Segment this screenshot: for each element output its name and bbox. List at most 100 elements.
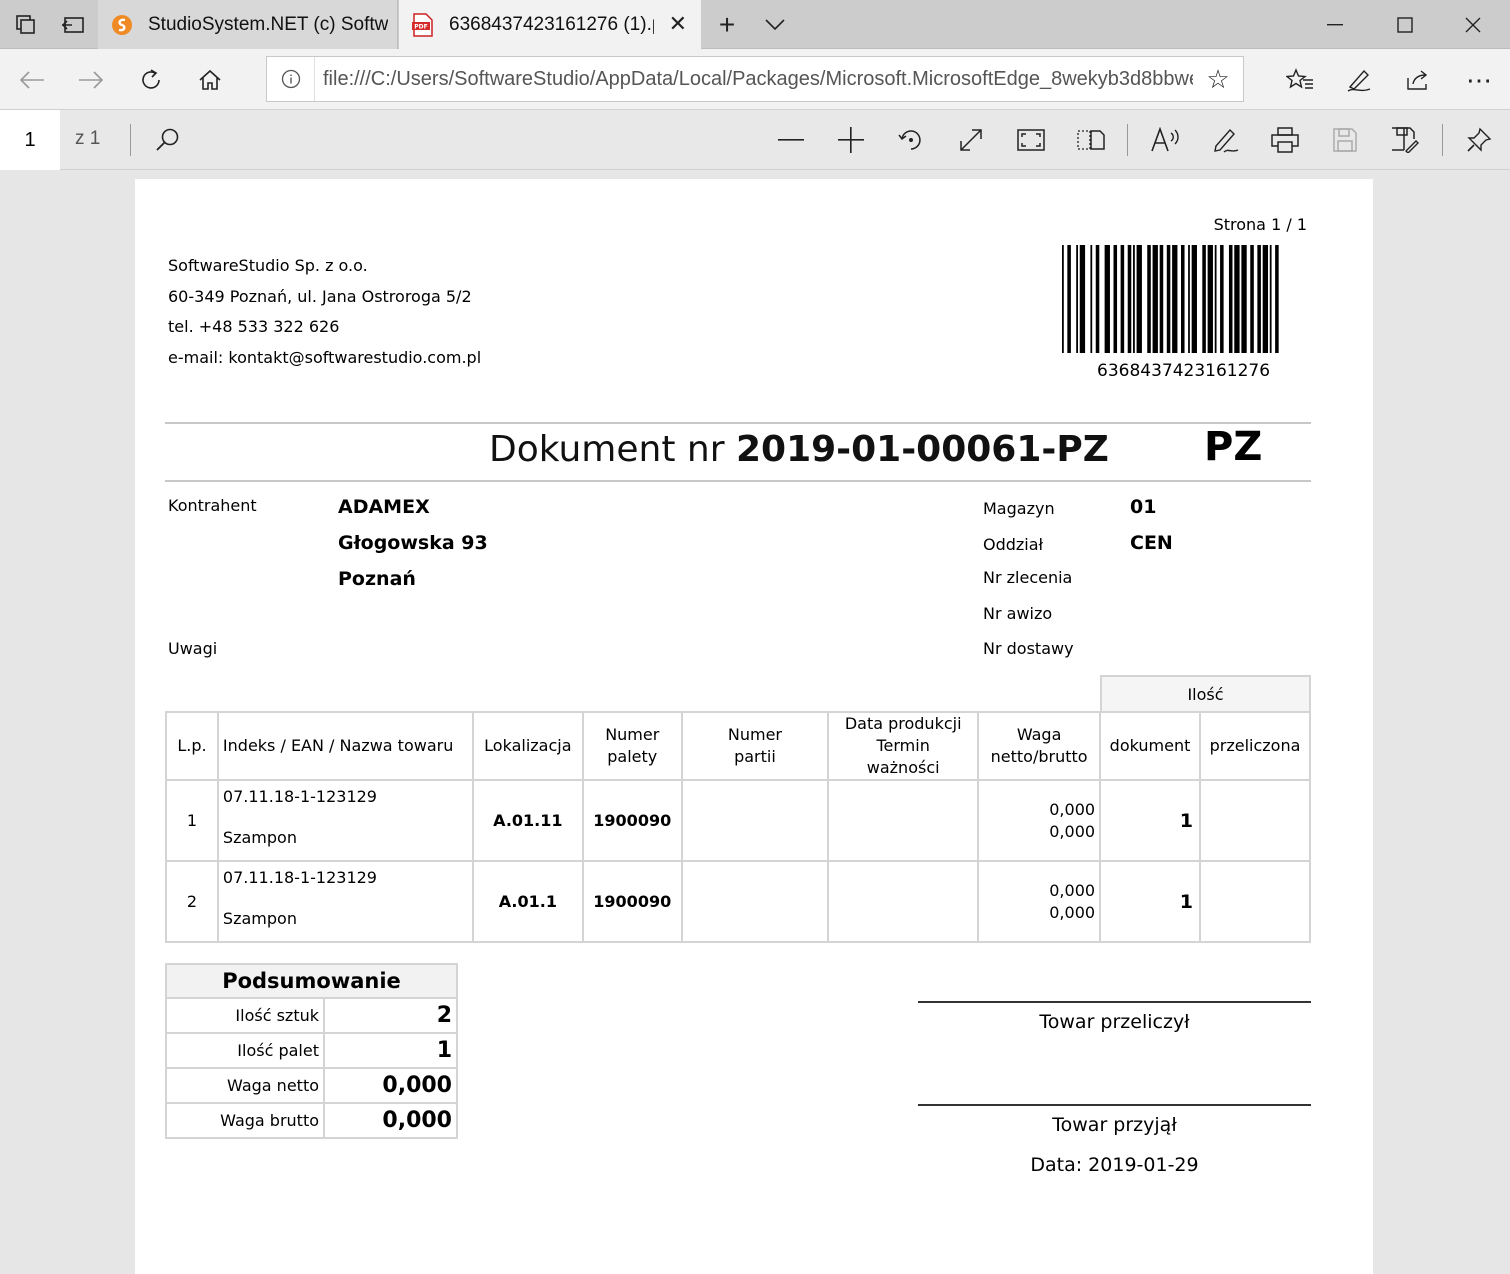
- barcode-bar: [1147, 245, 1151, 353]
- forward-icon[interactable]: [74, 63, 108, 97]
- col-qty-conv: przeliczona: [1199, 711, 1311, 781]
- col-index: Indeks / EAN / Nazwa towaru: [216, 711, 474, 781]
- barcode-bar: [1257, 245, 1261, 353]
- barcode-bar: [1104, 245, 1110, 353]
- rotate-icon[interactable]: [893, 123, 929, 157]
- fit-to-width-icon[interactable]: [953, 123, 989, 157]
- document-title: Dokument nr 2019-01-00061-PZ: [489, 429, 1109, 470]
- url-text[interactable]: file:///C:/Users/SoftwareStudio/AppData/…: [315, 68, 1193, 91]
- tabs-aside-icon[interactable]: [60, 12, 86, 38]
- document-type: PZ: [1204, 424, 1263, 470]
- tab-title: 6368437423161276 (1).p: [449, 13, 654, 35]
- favorite-star-icon[interactable]: ☆: [1193, 64, 1243, 95]
- barcode-bar: [1228, 245, 1233, 353]
- read-aloud-icon[interactable]: [1148, 123, 1184, 157]
- barcode-bar: [1262, 245, 1269, 353]
- web-note-icon[interactable]: [1342, 63, 1376, 97]
- page-view-icon[interactable]: [1073, 123, 1109, 157]
- page-number-input[interactable]: 1: [0, 110, 60, 170]
- document-viewport[interactable]: Strona 1 / 1 SoftwareStudio Sp. z o.o. 6…: [0, 171, 1510, 1274]
- barcode-bar: [1113, 245, 1118, 353]
- close-window-icon[interactable]: [1456, 10, 1490, 40]
- summary-row: Ilość sztuk 2: [165, 997, 458, 1034]
- uwagi-label: Uwagi: [168, 639, 218, 658]
- col-batch: Numer partii: [680, 711, 830, 781]
- tab-actions-icon[interactable]: [13, 12, 39, 38]
- item-name: Szampon: [222, 909, 297, 928]
- barcode-bar: [1062, 245, 1064, 353]
- new-tab-icon[interactable]: +: [714, 9, 740, 40]
- back-icon[interactable]: [15, 63, 49, 97]
- cell-lp: 2: [165, 860, 219, 943]
- item-name: Szampon: [222, 828, 297, 847]
- quantity-group-header: Ilość: [1100, 675, 1311, 711]
- barcode-bar: [1241, 245, 1247, 353]
- signature-counted-label: Towar przeliczył: [1039, 1011, 1190, 1033]
- nr-zlecenia-label: Nr zlecenia: [983, 568, 1073, 587]
- info-icon[interactable]: [267, 57, 315, 101]
- col-pallet: Numer palety: [581, 711, 683, 781]
- summary-title: Podsumowanie: [165, 963, 458, 999]
- table-row: 1 07.11.18-1-123129 Szampon A.01.11 1900090 0…: [165, 779, 1311, 862]
- zoom-out-icon[interactable]: [773, 123, 809, 157]
- pdf-toolbar: 1 z 1: [0, 110, 1510, 170]
- page-count: z 1: [75, 128, 101, 149]
- cell-index: 07.11.18-1-123129 Szampon: [216, 860, 474, 943]
- search-icon[interactable]: [150, 123, 186, 157]
- pin-icon[interactable]: [1461, 123, 1497, 157]
- col-dates-label: Data produkcji Termin ważności: [844, 714, 962, 777]
- maximize-icon[interactable]: [1388, 10, 1422, 40]
- more-icon[interactable]: ⋯: [1462, 63, 1496, 97]
- tab-pdf[interactable]: PDF 6368437423161276 (1).p ✕: [399, 0, 701, 49]
- refresh-icon[interactable]: [134, 63, 168, 97]
- address-bar[interactable]: file:///C:/Users/SoftwareStudio/AppData/…: [266, 56, 1244, 102]
- summary-value: 0,000: [323, 1102, 458, 1139]
- col-pallet-label: Numer palety: [605, 725, 660, 766]
- header-divider-bottom: [165, 480, 1311, 482]
- cell-dates: [827, 779, 980, 862]
- save-as-icon[interactable]: [1387, 123, 1423, 157]
- save-icon[interactable]: [1327, 123, 1363, 157]
- col-batch-label: Numer partii: [727, 725, 783, 766]
- cell-index: 07.11.18-1-123129 Szampon: [216, 779, 474, 862]
- weight-net: 0,000: [1049, 799, 1096, 819]
- barcode-bar: [1220, 245, 1224, 353]
- barcode-bar: [1191, 245, 1197, 353]
- cell-location: A.01.11: [471, 779, 584, 862]
- signature-line-received: [918, 1104, 1311, 1106]
- svg-text:PDF: PDF: [414, 23, 427, 30]
- signature-date: Data: 2019-01-29: [1030, 1154, 1199, 1176]
- kontrahent-street: Głogowska 93: [338, 532, 488, 554]
- cell-qty-conv: [1199, 860, 1311, 943]
- barcode-bar: [1136, 245, 1142, 353]
- minimize-icon[interactable]: [1318, 10, 1352, 40]
- company-email: e-mail: kontakt@softwarestudio.com.pl: [168, 347, 482, 367]
- barcode-bar: [1172, 245, 1178, 353]
- home-icon[interactable]: [193, 63, 227, 97]
- barcode-bar: [1076, 245, 1078, 353]
- share-icon[interactable]: [1401, 63, 1435, 97]
- cell-qty-doc: 1: [1099, 779, 1201, 862]
- summary-row: Waga brutto 0,000: [165, 1102, 458, 1139]
- magazyn-label: Magazyn: [983, 499, 1055, 518]
- barcode-bar: [1166, 245, 1171, 353]
- barcode-bar: [1269, 245, 1272, 353]
- barcode-bar: [1095, 245, 1100, 353]
- cell-qty-conv: [1199, 779, 1311, 862]
- favorites-list-icon[interactable]: [1283, 63, 1317, 97]
- studiosystem-logo-icon: [110, 13, 134, 37]
- chevron-down-icon[interactable]: [762, 12, 788, 38]
- fit-page-icon[interactable]: [1013, 123, 1049, 157]
- print-icon[interactable]: [1267, 123, 1303, 157]
- title-bar: StudioSystem.NET (c) Softw PDF 636843742…: [0, 0, 1510, 49]
- cell-location: A.01.1: [471, 860, 584, 943]
- pdf-page: Strona 1 / 1 SoftwareStudio Sp. z o.o. 6…: [135, 179, 1373, 1274]
- close-tab-icon[interactable]: ✕: [669, 11, 687, 37]
- cell-pallet: 1900090: [581, 860, 683, 943]
- zoom-in-icon[interactable]: [833, 123, 869, 157]
- summary-table: Podsumowanie Ilość sztuk 2 Ilość palet 1 W…: [165, 963, 458, 1139]
- col-weight: Waga netto/brutto: [977, 711, 1102, 781]
- draw-icon[interactable]: [1208, 123, 1244, 157]
- tab-studiosystem[interactable]: StudioSystem.NET (c) Softw: [98, 0, 398, 49]
- barcode-bar: [1120, 245, 1125, 353]
